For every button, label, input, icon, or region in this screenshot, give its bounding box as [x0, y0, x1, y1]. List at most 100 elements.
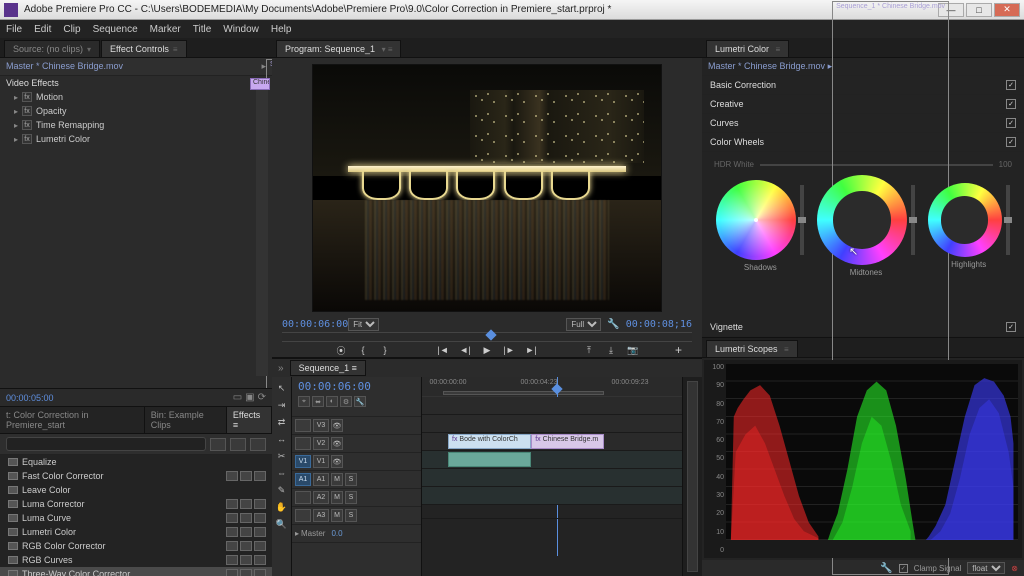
- export-frame-button[interactable]: 📷: [625, 343, 641, 357]
- tab-lumetri-color[interactable]: Lumetri Color ≡: [706, 40, 789, 57]
- tl-dropdown-icon[interactable]: »: [278, 363, 284, 374]
- tab-source[interactable]: Source: (no clips)▾: [4, 40, 100, 57]
- add-marker-button[interactable]: ⦿: [333, 343, 349, 357]
- track-a3[interactable]: [422, 487, 682, 505]
- mark-out-button[interactable]: }: [377, 343, 393, 357]
- ec-zoom-in-icon[interactable]: ▣: [245, 392, 254, 403]
- track-head-a1[interactable]: A1A1MS: [292, 471, 421, 489]
- tl-opt-snap[interactable]: ⌖: [298, 396, 310, 407]
- track-head-v1[interactable]: V1V1👁: [292, 453, 421, 471]
- track-v3[interactable]: [422, 397, 682, 415]
- clip-audio-bode[interactable]: [448, 452, 531, 467]
- track-head-a2[interactable]: A2MS: [292, 489, 421, 507]
- crumb-effects[interactable]: Effects ≡: [227, 407, 272, 433]
- target-patch[interactable]: A3: [313, 509, 329, 522]
- solo-button[interactable]: S: [345, 509, 357, 522]
- slip-tool[interactable]: ⇔: [275, 466, 289, 480]
- effects-filter-accelerated[interactable]: [210, 438, 226, 451]
- extract-button[interactable]: ⤓: [603, 343, 619, 357]
- ec-clip-block[interactable]: Chines: [250, 78, 270, 90]
- source-patch[interactable]: V1: [295, 455, 311, 468]
- step-forward-button[interactable]: |►: [501, 343, 517, 357]
- track-head-a3[interactable]: A3MS: [292, 507, 421, 525]
- track-select-tool[interactable]: ⇥: [275, 398, 289, 412]
- fx-motion[interactable]: ▸fxMotion: [0, 90, 272, 104]
- selection-tool[interactable]: ↖: [275, 381, 289, 395]
- pen-tool[interactable]: ✎: [275, 483, 289, 497]
- target-patch[interactable]: V3: [313, 419, 329, 432]
- track-v2[interactable]: [422, 415, 682, 433]
- highlights-luma-slider[interactable]: [1006, 185, 1010, 255]
- checkbox-icon[interactable]: ✓: [1006, 137, 1016, 147]
- effects-filter-32bit[interactable]: [230, 438, 246, 451]
- tl-opt-link[interactable]: ⬌: [312, 396, 324, 407]
- clip-bridge[interactable]: fx Chinese Bridge.m: [531, 434, 604, 449]
- track-a2[interactable]: [422, 469, 682, 487]
- crumb-bin[interactable]: Bin: Example Clips: [145, 407, 227, 433]
- effects-item[interactable]: Equalize: [0, 455, 272, 469]
- effects-item[interactable]: RGB Color Corrector: [0, 539, 272, 553]
- source-patch[interactable]: [295, 419, 311, 432]
- checkbox-icon[interactable]: ✓: [1006, 322, 1016, 332]
- play-button[interactable]: ▶: [479, 343, 495, 357]
- tab-program[interactable]: Program: Sequence_1 ▾ ≡: [276, 40, 401, 57]
- effects-filter-yuv[interactable]: [250, 438, 266, 451]
- ec-loop-icon[interactable]: ⟳: [258, 392, 266, 403]
- program-zoom-select[interactable]: Fit: [348, 318, 379, 331]
- tl-opt-settings[interactable]: ⚙: [340, 396, 352, 407]
- source-patch[interactable]: [295, 437, 311, 450]
- hdr-white-value[interactable]: 100: [999, 160, 1012, 169]
- effects-item[interactable]: Luma Corrector: [0, 497, 272, 511]
- mute-button[interactable]: M: [331, 473, 343, 486]
- shadows-luma-slider[interactable]: [800, 185, 804, 255]
- mark-in-button[interactable]: {: [355, 343, 371, 357]
- toggle-output-button[interactable]: 👁: [331, 455, 343, 468]
- rate-tool[interactable]: ↔: [275, 432, 289, 446]
- solo-button[interactable]: S: [345, 473, 357, 486]
- menu-title[interactable]: Title: [193, 24, 212, 35]
- effects-item[interactable]: Lumetri Color: [0, 525, 272, 539]
- tl-opt-marker[interactable]: ◐: [326, 396, 338, 407]
- effects-item[interactable]: Three-Way Color Corrector: [0, 567, 272, 576]
- settings-icon[interactable]: 🔧: [607, 319, 619, 330]
- effects-item[interactable]: Leave Color: [0, 483, 272, 497]
- ripple-tool[interactable]: ⇄: [275, 415, 289, 429]
- crumb-project[interactable]: t: Color Correction in Premiere_start: [0, 407, 145, 433]
- track-a1[interactable]: [422, 451, 682, 469]
- effects-item[interactable]: Fast Color Corrector: [0, 469, 272, 483]
- solo-button[interactable]: S: [345, 491, 357, 504]
- tab-sequence[interactable]: Sequence_1 ≡: [290, 360, 366, 376]
- program-tc-current[interactable]: 00:00:06:00: [282, 319, 348, 330]
- checkbox-icon[interactable]: ✓: [1006, 118, 1016, 128]
- source-patch[interactable]: [295, 509, 311, 522]
- program-scrubber[interactable]: [282, 332, 692, 342]
- mute-button[interactable]: M: [331, 491, 343, 504]
- target-patch[interactable]: A1: [313, 473, 329, 486]
- midtones-wheel[interactable]: [817, 175, 907, 265]
- fx-time-remapping[interactable]: ▸fxTime Remapping: [0, 118, 272, 132]
- track-v1[interactable]: fx Bode with ColorCh fx Chinese Bridge.m: [422, 433, 682, 451]
- toggle-output-button[interactable]: 👁: [331, 437, 343, 450]
- menu-window[interactable]: Window: [223, 24, 259, 35]
- menu-help[interactable]: Help: [271, 24, 292, 35]
- tl-opt-wrench[interactable]: 🔧: [354, 396, 366, 407]
- checkbox-icon[interactable]: ✓: [1006, 80, 1016, 90]
- effects-search-input[interactable]: [6, 437, 206, 451]
- timeline-ruler[interactable]: 00:00:00:00 00:00:04:23 00:00:09:23: [422, 377, 682, 397]
- target-patch[interactable]: V2: [313, 437, 329, 450]
- menu-clip[interactable]: Clip: [63, 24, 80, 35]
- target-patch[interactable]: A2: [313, 491, 329, 504]
- fx-lumetri-color[interactable]: ▸fxLumetri Color: [0, 132, 272, 146]
- timeline-tc[interactable]: 00:00:06:00: [298, 380, 415, 393]
- menu-marker[interactable]: Marker: [150, 24, 181, 35]
- timeline-tracks-area[interactable]: 00:00:00:00 00:00:04:23 00:00:09:23 fx B…: [422, 377, 682, 576]
- window-maximize[interactable]: □: [966, 3, 992, 17]
- tab-lumetri-scopes[interactable]: Lumetri Scopes ≡: [706, 340, 798, 357]
- source-patch[interactable]: A1: [295, 473, 311, 486]
- track-head-v3[interactable]: V3👁: [292, 417, 421, 435]
- track-head-v2[interactable]: V2👁: [292, 435, 421, 453]
- lift-button[interactable]: ⤒: [581, 343, 597, 357]
- tab-effect-controls[interactable]: Effect Controls≡: [101, 40, 187, 57]
- highlights-wheel[interactable]: [928, 183, 1002, 257]
- checkbox-icon[interactable]: ✓: [1006, 99, 1016, 109]
